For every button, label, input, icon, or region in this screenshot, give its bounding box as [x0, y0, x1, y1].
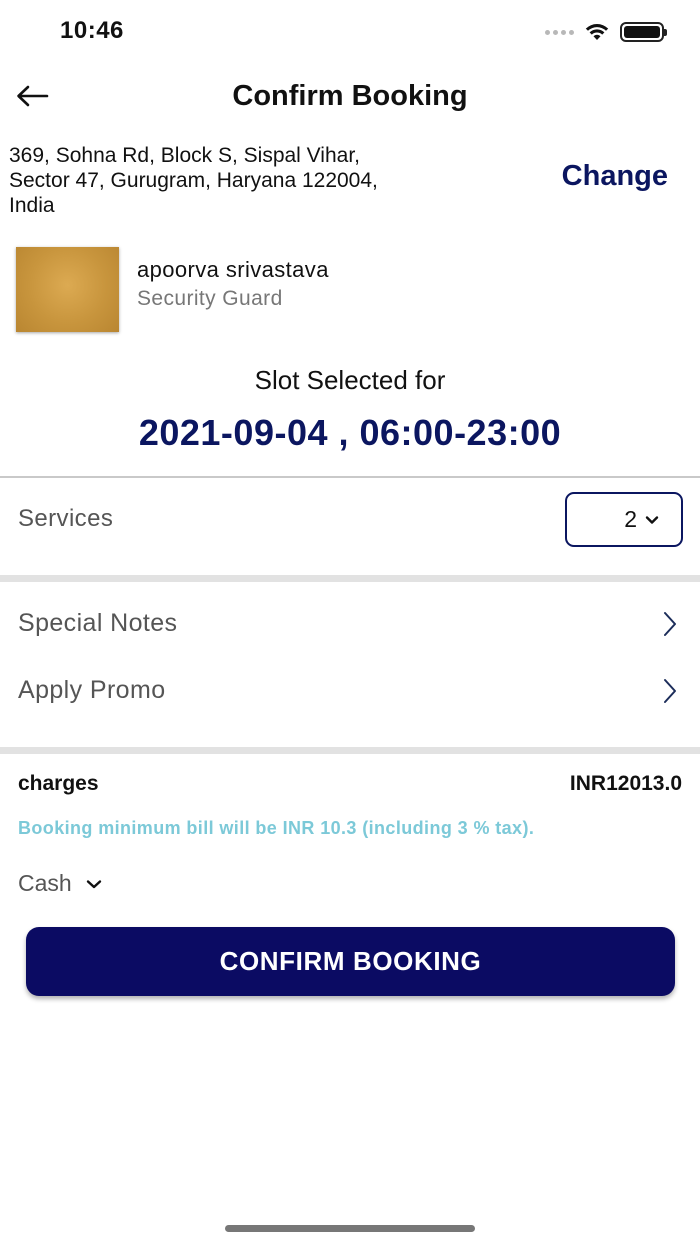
status-bar: 10:46: [0, 0, 700, 62]
payment-method-label: Cash: [18, 870, 72, 896]
change-address-button[interactable]: Change: [562, 160, 668, 193]
slot-label: Slot Selected for: [254, 365, 446, 395]
services-value: 2: [624, 506, 637, 532]
battery-icon: [620, 22, 667, 42]
payment-method-dropdown[interactable]: Cash: [18, 870, 102, 897]
charges-value: INR12013.0: [569, 772, 682, 795]
address-line-2: Sector 47, Gurugram, Haryana 122004,: [9, 169, 378, 192]
min-bill-note: Booking minimum bill will be INR 10.3 (i…: [18, 818, 535, 838]
provider-role: Security Guard: [137, 287, 283, 310]
chevron-right-icon: [664, 612, 676, 636]
special-notes-label: Special Notes: [18, 609, 178, 637]
nav-bar: Confirm Booking: [0, 70, 700, 122]
confirm-booking-button[interactable]: CONFIRM BOOKING: [26, 927, 675, 996]
services-label: Services: [18, 505, 114, 532]
section-divider: [0, 747, 700, 754]
apply-promo-label: Apply Promo: [18, 676, 166, 704]
charges-label: charges: [18, 772, 99, 795]
chevron-down-icon: [86, 879, 101, 888]
chevron-down-icon: [645, 515, 659, 524]
signal-icon: [545, 29, 574, 35]
avatar: [16, 247, 119, 332]
chevron-right-icon: [664, 679, 676, 703]
address-line-3: India: [9, 194, 55, 217]
status-time: 10:46: [60, 17, 124, 44]
page-title: Confirm Booking: [232, 80, 468, 112]
home-indicator[interactable]: [225, 1225, 475, 1232]
provider-name: apoorva srivastava: [137, 257, 329, 282]
status-icons: [545, 22, 667, 42]
apply-promo-row[interactable]: Apply Promo: [0, 662, 700, 722]
slot-value: 2021-09-04 , 06:00-23:00: [138, 412, 562, 453]
provider-card: apoorva srivastava Security Guard: [16, 247, 329, 332]
section-divider: [0, 575, 700, 582]
address-text: 369, Sohna Rd, Block S, Sispal Vihar, Se…: [9, 143, 509, 218]
divider: [0, 476, 700, 478]
special-notes-row[interactable]: Special Notes: [0, 595, 700, 655]
services-dropdown[interactable]: 2: [565, 492, 683, 547]
wifi-icon: [585, 24, 609, 40]
address-line-1: 369, Sohna Rd, Block S, Sispal Vihar,: [9, 144, 360, 167]
